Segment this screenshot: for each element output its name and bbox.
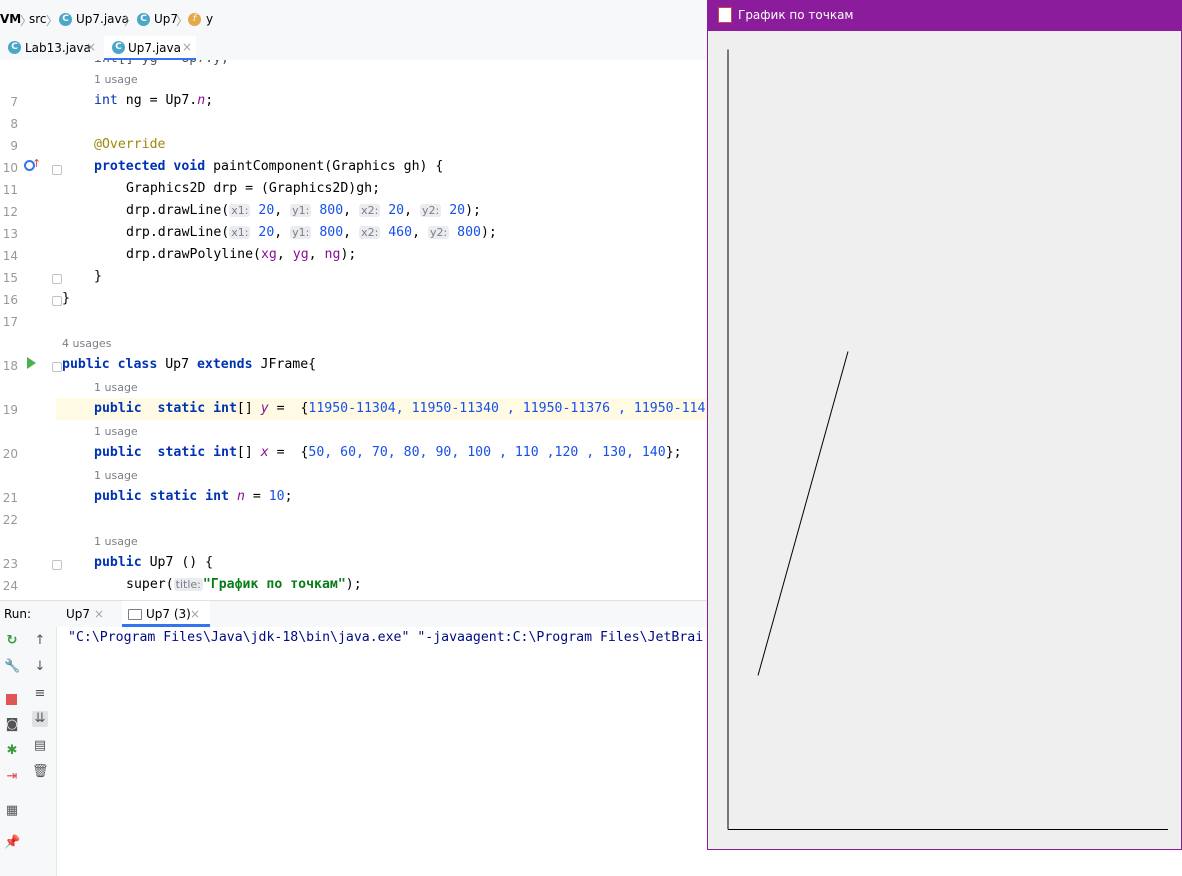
tab-label: Lab13.java (25, 41, 91, 55)
exit-icon[interactable]: ⇥ (4, 769, 20, 785)
console-icon (128, 609, 142, 620)
breadcrumb-separator: 〉 (124, 14, 137, 28)
down-arrow-icon[interactable]: ↓ (32, 659, 48, 675)
stop-icon[interactable] (6, 694, 17, 705)
window-titlebar[interactable]: График по точкам (708, 0, 1181, 31)
line-number: 21 (2, 491, 18, 505)
tab-label: Up7.java (128, 41, 181, 55)
code-line: public static int n = 10; (94, 489, 293, 504)
close-icon[interactable]: × (182, 40, 192, 54)
debug-icon[interactable]: ✱ (4, 743, 20, 759)
line-number: 22 (2, 513, 18, 527)
code-line: } (94, 269, 102, 284)
trash-icon[interactable]: 🗑 (32, 764, 49, 780)
line-number: 7 (10, 95, 18, 109)
camera-icon[interactable]: ◙ (4, 717, 20, 733)
breadcrumb-field[interactable]: y (206, 12, 213, 26)
code-line: protected void paintComponent(Graphics g… (94, 159, 444, 174)
code-line: drp.drawLine(x1: 20, y1: 800, x2: 460, y… (126, 225, 497, 240)
line-number: 18 (2, 359, 18, 373)
field-icon: f (188, 13, 201, 26)
line-number: 12 (2, 205, 18, 219)
class-icon: C (112, 41, 125, 54)
plot-canvas (727, 49, 1168, 830)
code-line: public Up7 () { (94, 555, 214, 570)
code-line: @Override (94, 137, 166, 152)
code-line: public static int[] x = {50, 60, 70, 80,… (94, 445, 682, 460)
layout-icon[interactable]: ▦ (4, 803, 20, 819)
line-number: 20 (2, 447, 18, 461)
run-tab-up7[interactable]: Up7 × (60, 601, 110, 627)
up-arrow-icon: ↑ (32, 157, 42, 170)
line-number: 24 (2, 579, 18, 593)
class-icon: C (59, 13, 72, 26)
fold-icon[interactable] (52, 296, 62, 306)
breadcrumb-project[interactable]: VM (0, 12, 21, 26)
pin-icon[interactable]: 📌 (4, 835, 20, 851)
code-line: int ng = Up7.n; (94, 93, 214, 108)
usage-hint[interactable]: 4 usages (62, 333, 111, 355)
fold-icon[interactable] (52, 362, 62, 372)
line-number: 23 (2, 557, 18, 571)
swing-window[interactable]: График по точкам (707, 0, 1182, 850)
scroll-to-end-icon[interactable]: ⇊ (32, 711, 48, 727)
window-title: График по точкам (738, 8, 854, 22)
usage-hint[interactable]: 1 usage (94, 421, 138, 443)
class-icon: C (8, 41, 21, 54)
rerun-icon[interactable]: ↻ (4, 633, 20, 649)
fold-icon[interactable] (52, 560, 62, 570)
code-line: drp.drawLine(x1: 20, y1: 800, x2: 20, y2… (126, 203, 481, 218)
print-icon[interactable]: ▤ (32, 738, 48, 754)
wrench-icon[interactable]: 🔧 (4, 659, 20, 675)
breadcrumb-separator: 〉 (176, 14, 189, 28)
breadcrumb-class[interactable]: Up7 (154, 12, 178, 26)
console-command-line: "C:\Program Files\Java\jdk-18\bin\java.e… (68, 630, 704, 645)
breadcrumb-file[interactable]: Up7.java (76, 12, 129, 26)
line-number: 16 (2, 293, 18, 307)
fold-icon[interactable] (52, 165, 62, 175)
line-number: 9 (10, 139, 18, 153)
usage-hint[interactable]: 1 usage (94, 69, 138, 91)
line-number: 8 (10, 117, 18, 131)
soft-wrap-icon[interactable]: ≡ (32, 686, 48, 702)
code-line: super(title: "График по точкам"); (126, 577, 362, 592)
run-gutter-icon[interactable] (27, 357, 36, 369)
run-toolbar: ↻ ↑ 🔧 ↓ ≡ ◙ ⇊ ✱ ▤ ⇥ 🗑 ▦ 📌 (0, 627, 57, 876)
up-arrow-icon[interactable]: ↑ (32, 633, 48, 649)
run-tab-label: Up7 (3) (146, 607, 191, 621)
run-label: Run: (4, 607, 32, 621)
line-number: 15 (2, 271, 18, 285)
usage-hint[interactable]: 1 usage (94, 531, 138, 553)
class-icon: C (137, 13, 150, 26)
close-icon[interactable]: × (94, 607, 104, 621)
code-line: drp.drawPolyline(xg, yg, ng); (126, 247, 357, 262)
line-number: 10 (2, 161, 18, 175)
line-number: 13 (2, 227, 18, 241)
usage-hint[interactable]: 1 usage (94, 465, 138, 487)
code-line: public static int[] y = {11950-11304, 11… (94, 401, 706, 416)
line-number: 19 (2, 403, 18, 417)
breadcrumb-separator: 〉 (46, 14, 59, 28)
gutter: 7 8 9 10 11 12 13 14 15 16 17 18 19 20 2… (0, 60, 56, 599)
fold-icon[interactable] (52, 274, 62, 284)
java-icon (718, 7, 732, 23)
close-icon[interactable]: × (86, 40, 96, 54)
tab-lab13[interactable]: C Lab13.java × (0, 36, 102, 60)
line-number: 17 (2, 315, 18, 329)
code-line: public class Up7 extends JFrame{ (62, 357, 317, 372)
code-line: Graphics2D drp = (Graphics2D)gh; (126, 181, 381, 196)
breadcrumb-src[interactable]: src (29, 12, 47, 26)
tab-up7[interactable]: C Up7.java × (104, 36, 196, 61)
data-polyline (757, 351, 849, 676)
line-number: 14 (2, 249, 18, 263)
usage-hint[interactable]: 1 usage (94, 377, 138, 399)
run-tab-up7-3[interactable]: Up7 (3) × (122, 601, 210, 627)
code-line: } (62, 291, 70, 306)
close-icon[interactable]: × (190, 607, 200, 621)
line-number: 11 (2, 183, 18, 197)
run-tab-label: Up7 (66, 607, 91, 621)
